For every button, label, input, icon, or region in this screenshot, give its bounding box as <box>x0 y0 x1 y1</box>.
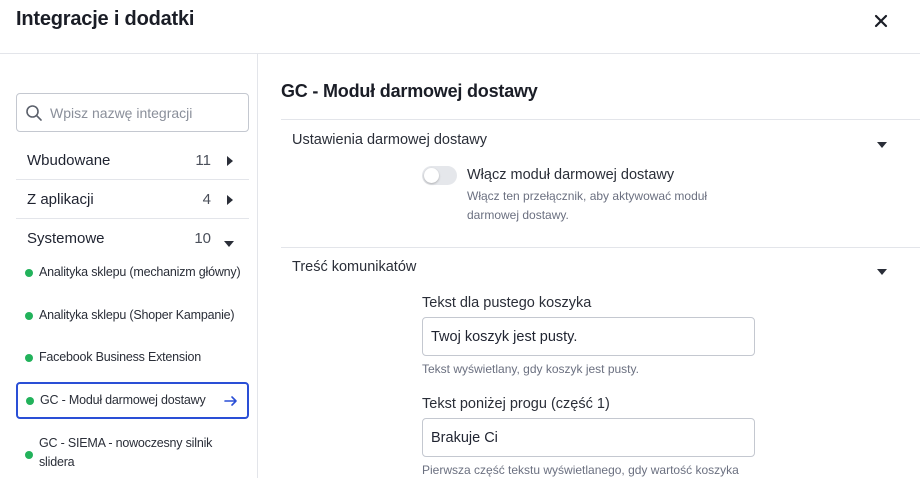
integration-label-line2: slidera <box>39 455 75 469</box>
dialog-title: Integracje i dodatki <box>16 8 195 30</box>
section-header-ustawienia[interactable]: Ustawienia darmowej dostawy <box>281 130 888 152</box>
category-count: 10 <box>194 230 211 247</box>
search-icon <box>25 104 43 122</box>
category-systemowe[interactable]: Systemowe 10 <box>16 219 249 258</box>
category-label: Wbudowane <box>27 152 111 169</box>
category-wbudowane[interactable]: Wbudowane 11 <box>16 141 249 180</box>
sidebar: Wbudowane 11 Z aplikacji 4 Systemowe 10 … <box>0 54 258 478</box>
integration-item[interactable]: GC - SIEMA - nowoczesny silnik slidera <box>16 434 249 474</box>
toggle-title: Włącz moduł darmowej dostawy <box>467 167 675 183</box>
page-title: GC - Moduł darmowej dostawy <box>281 81 538 101</box>
category-label: Z aplikacji <box>27 191 94 208</box>
toggle-description: Włącz ten przełącznik, aby aktywować mod… <box>467 189 708 222</box>
divider <box>281 119 920 120</box>
toggle-knob <box>424 168 439 183</box>
arrow-right-icon <box>224 394 238 406</box>
integration-item[interactable]: Facebook Business Extension <box>16 347 249 369</box>
status-dot <box>25 269 33 277</box>
empty-cart-label: Tekst dla pustego koszyka <box>422 295 592 311</box>
category-count: 4 <box>202 191 211 208</box>
search-box[interactable] <box>16 93 249 132</box>
category-label: Systemowe <box>27 230 105 247</box>
integration-item[interactable]: Analityka sklepu (Shoper Kampanie) <box>16 305 249 327</box>
empty-cart-help: Tekst wyświetlany, gdy koszyk jest pusty… <box>422 362 639 376</box>
chevron-down-icon <box>876 136 888 148</box>
chevron-right-icon <box>225 193 235 205</box>
integration-label: GC - SIEMA - nowoczesny silnik slidera <box>39 434 212 472</box>
integration-label: GC - Moduł darmowej dostawy <box>40 393 206 407</box>
status-dot <box>25 451 33 459</box>
main-panel: GC - Moduł darmowej dostawy Ustawienia d… <box>258 54 920 478</box>
integration-label: Facebook Business Extension <box>39 350 202 364</box>
free-shipping-toggle[interactable] <box>422 166 457 185</box>
status-dot <box>25 312 33 320</box>
integration-label: Analityka sklepu (mechanizm główny) <box>39 265 241 279</box>
chevron-down-icon <box>876 263 888 275</box>
below-threshold-field[interactable] <box>422 418 755 457</box>
section-header-tresc[interactable]: Treść komunikatów <box>281 257 888 279</box>
status-dot <box>26 397 34 405</box>
section-label: Ustawienia darmowej dostawy <box>292 132 488 148</box>
empty-cart-input[interactable] <box>431 327 741 347</box>
chevron-right-icon <box>225 154 235 166</box>
category-z-aplikacji[interactable]: Z aplikacji 4 <box>16 180 249 219</box>
close-icon[interactable] <box>868 8 894 34</box>
below-threshold-help: Pierwsza część tekstu wyświetlanego, gdy… <box>422 463 739 477</box>
category-count: 11 <box>195 152 211 169</box>
search-input[interactable] <box>50 102 240 124</box>
integration-item-active[interactable]: GC - Moduł darmowej dostawy <box>16 382 249 419</box>
integration-label: Analityka sklepu (Shoper Kampanie) <box>39 308 235 322</box>
dialog-header: Integracje i dodatki <box>0 0 920 54</box>
status-dot <box>25 354 33 362</box>
divider <box>281 247 920 248</box>
below-threshold-label: Tekst poniżej progu (część 1) <box>422 396 610 412</box>
integration-label-line1: GC - SIEMA - nowoczesny silnik <box>39 436 213 450</box>
empty-cart-field[interactable] <box>422 317 755 356</box>
below-threshold-input[interactable] <box>431 428 741 448</box>
chevron-down-icon <box>223 235 235 247</box>
integration-item[interactable]: Analityka sklepu (mechanizm główny) <box>16 262 249 284</box>
section-label: Treść komunikatów <box>292 259 417 275</box>
